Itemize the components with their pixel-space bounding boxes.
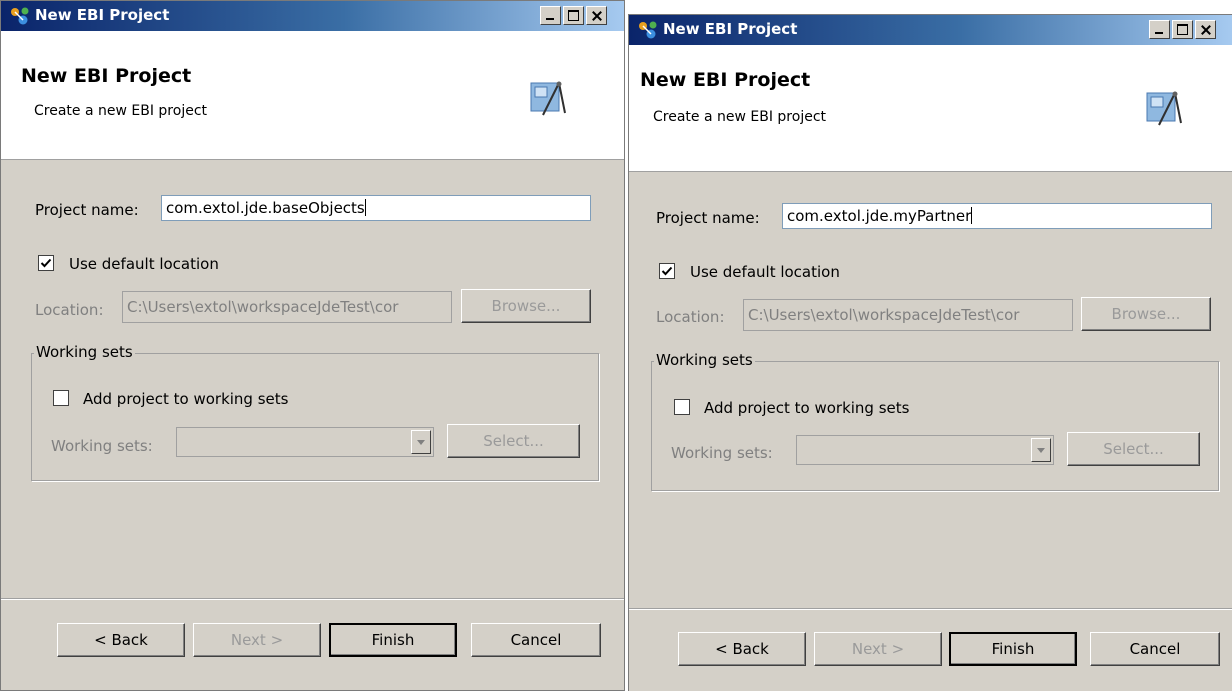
browse-button[interactable]: Browse... [461,289,591,323]
banner-description: Create a new EBI project [653,109,827,125]
back-button[interactable]: < Back [57,623,185,657]
working-sets-combo[interactable] [176,427,434,457]
working-sets-group-label: Working sets [654,351,755,369]
back-button[interactable]: < Back [678,632,806,666]
use-default-location-checkbox[interactable] [38,255,54,271]
wizard-drafting-icon [1146,91,1182,126]
window-title: New EBI Project [663,20,798,38]
wizard-banner: New EBI Project Create a new EBI project [1,31,624,160]
add-to-working-sets-checkbox[interactable] [674,399,690,415]
add-to-working-sets-checkbox[interactable] [53,390,69,406]
location-value: C:\Users\extol\workspaceJdeTest\cor [127,298,399,316]
chevron-down-icon[interactable] [411,430,431,454]
minimize-button[interactable] [540,6,561,25]
ebi-app-icon [639,21,657,39]
working-sets-group: Working sets [651,351,1219,491]
project-name-value: com.extol.jde.myPartner [787,207,972,225]
finish-button[interactable]: Finish [329,623,457,657]
location-label: Location: [35,301,104,319]
add-to-working-sets-label: Add project to working sets [704,399,910,417]
project-name-label: Project name: [35,201,139,219]
project-name-input[interactable]: com.extol.jde.myPartner [782,203,1212,229]
use-default-location-label: Use default location [690,263,840,281]
working-sets-label: Working sets: [51,437,153,455]
checkmark-icon [40,258,52,268]
next-button[interactable]: Next > [814,632,942,666]
wizard-drafting-icon [530,81,566,116]
wizard-banner: New EBI Project Create a new EBI project [629,45,1232,172]
working-sets-group: Working sets [31,343,599,481]
select-button[interactable]: Select... [447,424,580,458]
project-name-value: com.extol.jde.baseObjects [166,199,365,217]
maximize-button[interactable] [1172,20,1193,39]
cancel-button[interactable]: Cancel [1090,632,1220,666]
location-input[interactable]: C:\Users\extol\workspaceJdeTest\cor [122,291,452,323]
browse-button[interactable]: Browse... [1081,297,1211,331]
minimize-button[interactable] [1149,20,1170,39]
new-ebi-project-dialog-2: New EBI Project New EBI Project Create a… [628,14,1232,691]
cancel-button[interactable]: Cancel [471,623,601,657]
button-bar-separator [629,608,1232,610]
title-bar[interactable]: New EBI Project [629,15,1232,45]
maximize-button[interactable] [563,6,584,25]
banner-title: New EBI Project [21,65,192,87]
project-name-label: Project name: [656,209,760,227]
working-sets-group-label: Working sets [34,343,135,361]
title-bar[interactable]: New EBI Project [1,1,624,31]
checkmark-icon [661,266,673,276]
project-name-input[interactable]: com.extol.jde.baseObjects [161,195,591,221]
select-button[interactable]: Select... [1067,432,1200,466]
next-button[interactable]: Next > [193,623,321,657]
working-sets-combo[interactable] [796,435,1054,465]
working-sets-label: Working sets: [671,444,773,462]
ebi-app-icon [11,7,29,25]
banner-description: Create a new EBI project [34,103,208,119]
finish-button[interactable]: Finish [949,632,1077,666]
close-button[interactable] [586,6,607,25]
banner-title: New EBI Project [640,69,811,91]
window-title: New EBI Project [35,6,170,24]
location-input[interactable]: C:\Users\extol\workspaceJdeTest\cor [743,299,1073,331]
close-button[interactable] [1195,20,1216,39]
use-default-location-checkbox[interactable] [659,263,675,279]
chevron-down-icon[interactable] [1031,438,1051,462]
location-label: Location: [656,308,725,326]
location-value: C:\Users\extol\workspaceJdeTest\cor [748,306,1020,324]
new-ebi-project-dialog-1: New EBI Project New EBI Project Create a… [0,0,625,691]
button-bar-separator [1,598,624,600]
use-default-location-label: Use default location [69,255,219,273]
add-to-working-sets-label: Add project to working sets [83,390,289,408]
